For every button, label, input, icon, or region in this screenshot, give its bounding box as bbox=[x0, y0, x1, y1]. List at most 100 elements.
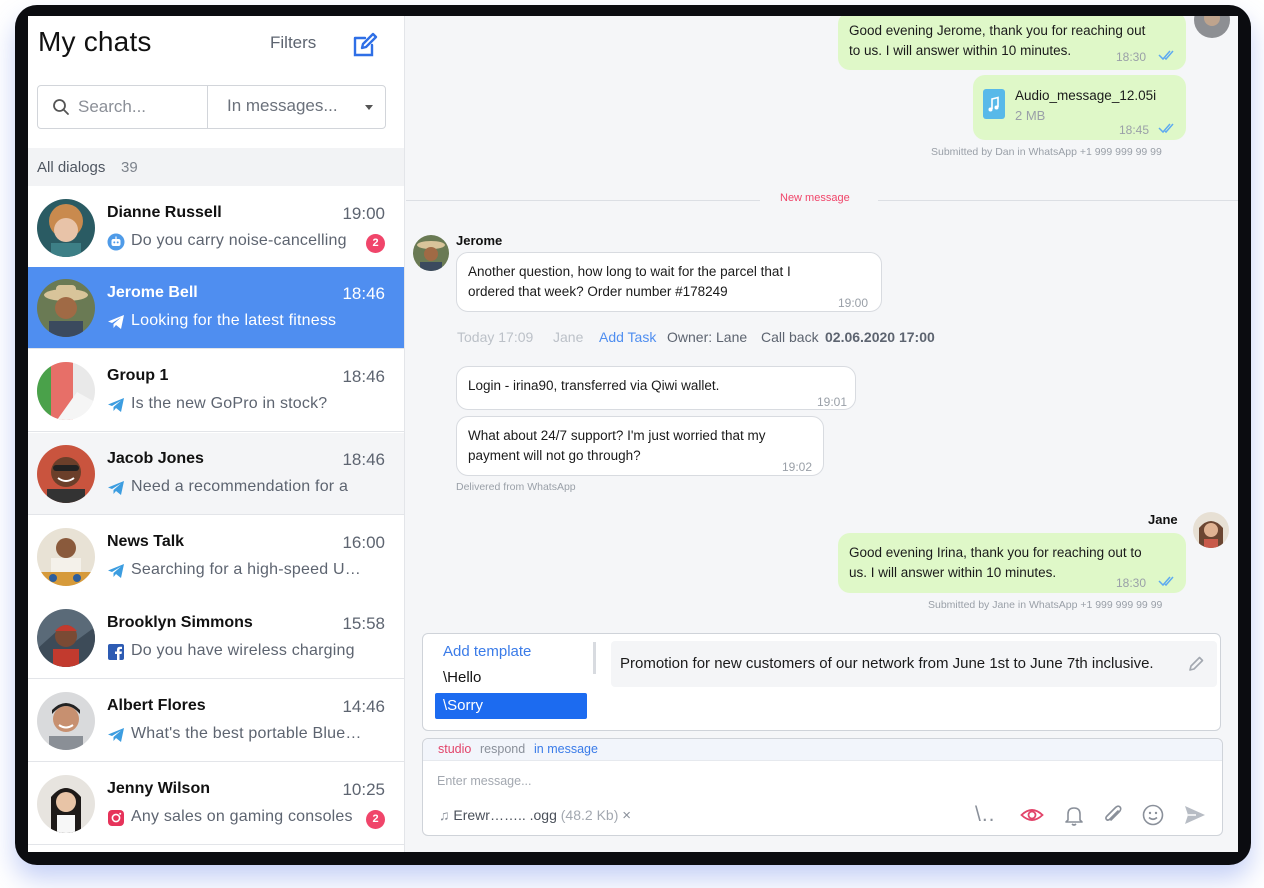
sender-name: Jane bbox=[1148, 512, 1178, 527]
message-text: Another question, how long to wait for t… bbox=[468, 264, 791, 279]
customer-avatar bbox=[413, 235, 449, 271]
attachment-chip: ♫ Erewr…….. .ogg (48.2 Kb) × bbox=[439, 807, 631, 824]
remove-attachment-button[interactable]: × bbox=[622, 807, 631, 824]
outgoing-message[interactable]: Good evening Jerome, thank you for reach… bbox=[838, 16, 1186, 70]
message-text: us. I will answer within 10 minutes. bbox=[849, 565, 1057, 580]
chat-time: 18:46 bbox=[342, 450, 385, 469]
chat-preview: Need a recommendation for a bbox=[131, 478, 349, 495]
chat-preview: Searching for a high-speed USB- bbox=[131, 561, 363, 578]
eye-icon[interactable] bbox=[1020, 803, 1044, 827]
emoji-icon[interactable] bbox=[1141, 803, 1165, 827]
paperclip-icon[interactable] bbox=[1101, 803, 1125, 827]
avatar bbox=[37, 279, 95, 337]
chat-list-item[interactable]: Dianne Russell 19:00 Do you carry noise-… bbox=[28, 187, 404, 269]
compose-icon[interactable] bbox=[351, 31, 379, 59]
filters-button[interactable]: Filters bbox=[270, 33, 316, 53]
avatar bbox=[37, 199, 95, 257]
search-scope-select[interactable]: In messages... bbox=[227, 96, 338, 116]
add-template-button[interactable]: Add template bbox=[443, 643, 531, 660]
callback-label: Call back bbox=[761, 329, 819, 345]
search-icon bbox=[53, 99, 69, 115]
unread-badge: 2 bbox=[366, 234, 385, 253]
all-dialogs-count: 39 bbox=[121, 159, 138, 176]
audio-file-size: 2 MB bbox=[1015, 108, 1046, 123]
incoming-message[interactable]: What about 24/7 support? I'm just worrie… bbox=[456, 416, 824, 476]
message-composer: studio respond in message ♫ Erewr…….. .o… bbox=[422, 738, 1223, 836]
telegram-icon bbox=[108, 398, 124, 412]
attachment-name: Erewr…….. .ogg bbox=[453, 807, 557, 823]
message-time: 19:00 bbox=[838, 296, 869, 310]
attachment-size: (48.2 Kb) bbox=[560, 807, 619, 823]
sender-name: Jerome bbox=[456, 233, 503, 248]
chat-list-item-active[interactable]: Jerome Bell 18:46 Looking for the latest… bbox=[28, 267, 404, 349]
outgoing-message[interactable]: Good evening Irina, thank you for reachi… bbox=[838, 533, 1186, 593]
bell-icon[interactable] bbox=[1062, 803, 1086, 827]
chat-time: 10:25 bbox=[342, 780, 385, 799]
telegram-icon bbox=[108, 481, 124, 495]
chat-sidebar: My chats Filters In messages... All dial… bbox=[28, 16, 405, 852]
chat-list-item[interactable]: Group 1 18:46 Is the new GoPro in stock? bbox=[28, 350, 404, 432]
sidebar-title: My chats bbox=[38, 26, 152, 57]
avatar bbox=[37, 775, 95, 833]
chat-list-item[interactable]: Jenny Wilson 10:25 Any sales on gaming c… bbox=[28, 763, 404, 845]
template-item[interactable]: \Hello bbox=[435, 665, 587, 691]
chat-name: Albert Flores bbox=[107, 697, 206, 714]
audio-file-name: Audio_message_12.05i bbox=[1015, 88, 1157, 103]
telegram-icon bbox=[108, 564, 124, 578]
message-text: Good evening Jerome, thank you for reach… bbox=[849, 23, 1146, 38]
instagram-icon bbox=[108, 810, 124, 826]
chat-name: Group 1 bbox=[107, 367, 169, 384]
chat-preview: Is the new GoPro in stock? bbox=[131, 395, 328, 412]
template-item-selected[interactable]: \Sorry bbox=[435, 693, 587, 719]
read-ticks-icon bbox=[1158, 50, 1174, 61]
chat-time: 15:58 bbox=[342, 614, 385, 633]
message-time: 18:30 bbox=[1116, 50, 1147, 64]
new-message-label: New message bbox=[780, 192, 850, 204]
avatar bbox=[37, 445, 95, 503]
search-input[interactable] bbox=[78, 94, 198, 120]
avatar bbox=[37, 362, 95, 420]
chat-name: Jenny Wilson bbox=[107, 780, 210, 797]
callback-date: 02.06.2020 17:00 bbox=[825, 329, 935, 345]
studio-label: studio bbox=[438, 742, 472, 756]
template-preview: Promotion for new customers of our netwo… bbox=[611, 641, 1217, 687]
chat-time: 18:46 bbox=[342, 367, 385, 386]
in-message-label[interactable]: in message bbox=[534, 742, 598, 756]
template-trigger-icon[interactable]: \.. bbox=[975, 803, 999, 827]
chat-name: Brooklyn Simmons bbox=[107, 614, 253, 631]
audio-file-icon bbox=[983, 89, 1005, 119]
all-dialogs-header[interactable]: All dialogs 39 bbox=[28, 148, 404, 186]
template-panel: Add template \Hello \Sorry Promotion for… bbox=[422, 633, 1221, 731]
avatar bbox=[37, 692, 95, 750]
message-time: 18:30 bbox=[1116, 576, 1147, 590]
conversation-pane: Good evening Jerome, thank you for reach… bbox=[406, 16, 1238, 852]
chat-list-item[interactable]: Brooklyn Simmons 15:58 Do you have wirel… bbox=[28, 597, 404, 679]
search-box: In messages... bbox=[37, 85, 386, 129]
submitted-note: Submitted by Dan in WhatsApp +1 999 999 … bbox=[931, 146, 1162, 158]
chat-preview: Do you carry noise-cancelling bbox=[131, 232, 347, 249]
telegram-icon bbox=[108, 315, 124, 329]
chat-time: 16:00 bbox=[342, 533, 385, 552]
chevron-down-icon[interactable] bbox=[365, 105, 373, 110]
incoming-message[interactable]: Login - irina90, transferred via Qiwi wa… bbox=[456, 366, 856, 410]
audio-message[interactable]: Audio_message_12.05i 2 MB 18:45 bbox=[973, 75, 1186, 140]
incoming-message[interactable]: Another question, how long to wait for t… bbox=[456, 252, 882, 312]
message-input[interactable] bbox=[437, 771, 1137, 791]
agent-avatar bbox=[1194, 16, 1230, 38]
pencil-icon[interactable] bbox=[1187, 655, 1205, 673]
divider bbox=[406, 200, 760, 201]
message-text: to us. I will answer within 10 minutes. bbox=[849, 43, 1072, 58]
send-icon[interactable] bbox=[1183, 803, 1207, 827]
chat-list-item[interactable]: Albert Flores 14:46 What's the best port… bbox=[28, 680, 404, 762]
chat-name: Dianne Russell bbox=[107, 204, 222, 221]
divider bbox=[878, 200, 1238, 201]
chat-preview: Do you have wireless charging bbox=[131, 642, 355, 659]
chat-name: Jacob Jones bbox=[107, 450, 204, 467]
chat-name: News Talk bbox=[107, 533, 185, 550]
message-text: Login - irina90, transferred via Qiwi wa… bbox=[468, 378, 720, 393]
add-task-link[interactable]: Add Task bbox=[599, 329, 656, 345]
search-divider bbox=[207, 86, 208, 128]
chat-list-item[interactable]: News Talk 16:00 Searching for a high-spe… bbox=[28, 516, 404, 598]
avatar bbox=[37, 609, 95, 667]
chat-list-item[interactable]: Jacob Jones 18:46 Need a recommendation … bbox=[28, 433, 404, 515]
